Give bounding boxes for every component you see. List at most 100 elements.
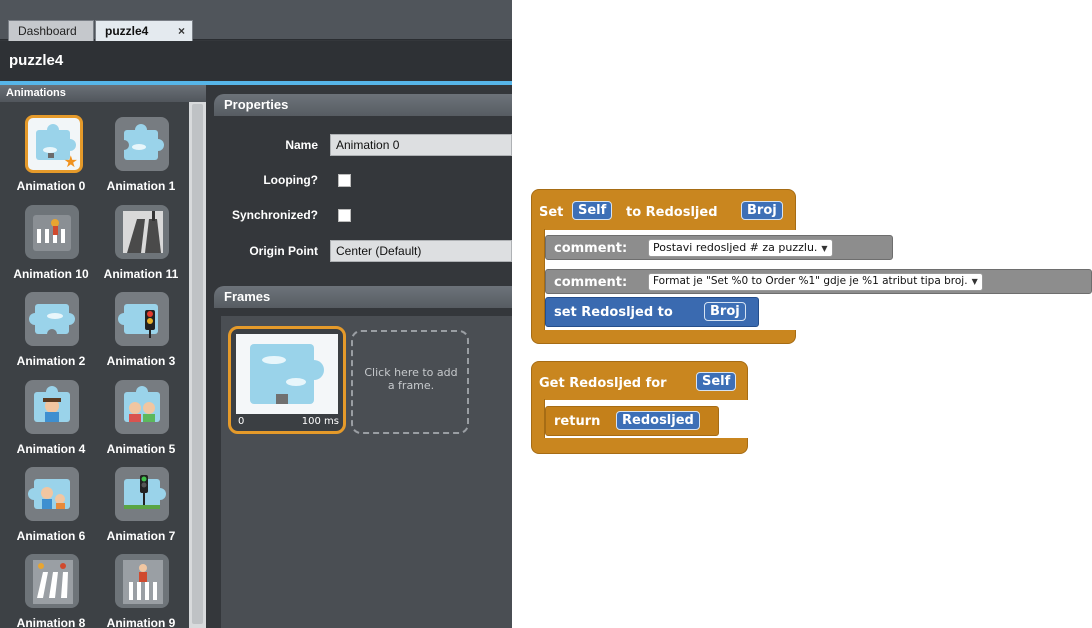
- synchronized-checkbox[interactable]: [338, 209, 351, 222]
- puzzle-piece-icon: [250, 344, 324, 404]
- traffic-light-icon: [124, 475, 166, 509]
- setter-to-word: to Redosljed: [626, 205, 718, 220]
- add-frame-text: Click here to add a frame.: [364, 366, 458, 392]
- animation-label: Animation 5: [106, 442, 176, 456]
- animation-label: Animation 6: [16, 529, 86, 543]
- inner-set-block[interactable]: set Redosljed to Broj: [545, 297, 759, 327]
- animation-thumbnail: [25, 554, 79, 608]
- setter-header-row: Set Self to Redosljed Broj: [531, 198, 796, 230]
- frame-index: 0: [238, 416, 245, 427]
- tab-bar: Dashboard puzzle4 ×: [0, 0, 512, 41]
- inner-set-param-pill[interactable]: Broj: [704, 302, 746, 321]
- animation-label: Animation 10: [13, 267, 89, 281]
- animation-item-2[interactable]: Animation 2: [4, 292, 98, 378]
- setter-left-rail: [531, 229, 545, 331]
- getter-left-rail: [531, 399, 545, 439]
- animation-label: Animation 8: [16, 616, 86, 628]
- animation-label: Animation 9: [106, 616, 176, 628]
- animation-item-6[interactable]: Animation 6: [4, 467, 98, 553]
- traffic-light-icon: [118, 304, 158, 338]
- synchronized-label: Synchronized?: [231, 208, 318, 222]
- origin-point-label: Origin Point: [249, 244, 318, 258]
- animation-item-0[interactable]: ★ Animation 0: [4, 115, 98, 203]
- animation-item-10[interactable]: Animation 10: [4, 205, 98, 291]
- animation-editor: Dashboard puzzle4 × puzzle4 Animations ★…: [0, 0, 512, 628]
- setter-block-bottom: [531, 330, 796, 344]
- frames-area: 0 100 ms Click here to add a frame.: [221, 316, 512, 628]
- return-word: return: [554, 414, 601, 429]
- document-title: puzzle4: [9, 52, 64, 69]
- animation-thumbnail: [115, 117, 169, 171]
- crosswalk-icon: [33, 560, 73, 604]
- frames-header: Frames: [214, 286, 512, 308]
- animation-item-9[interactable]: Animation 9: [94, 554, 188, 628]
- animations-panel: Animations ★ Animation 0 Animation 1 Ani…: [0, 85, 206, 628]
- animation-thumbnail: [115, 467, 169, 521]
- animation-item-4[interactable]: Animation 4: [4, 380, 98, 466]
- screenshot-root: Dashboard puzzle4 × puzzle4 Animations ★…: [0, 0, 1092, 628]
- name-label: Name: [285, 138, 318, 152]
- looping-label: Looping?: [263, 173, 318, 187]
- scrollbar-thumb[interactable]: [192, 104, 203, 624]
- animation-thumbnail: [25, 467, 79, 521]
- animation-thumbnail: [115, 205, 169, 259]
- return-value-pill[interactable]: Redosljed: [616, 411, 700, 430]
- animations-scrollbar[interactable]: [189, 102, 206, 628]
- crosswalk-icon: [33, 215, 71, 251]
- add-frame-button[interactable]: Click here to add a frame.: [351, 330, 469, 434]
- animation-label: Animation 2: [16, 354, 86, 368]
- animation-item-5[interactable]: Animation 5: [94, 380, 188, 466]
- animation-label: Animation 7: [106, 529, 176, 543]
- getter-header-row: Get Redosljed for Self: [531, 370, 748, 400]
- animations-header: Animations: [0, 85, 206, 102]
- name-field[interactable]: Animation 0: [330, 134, 512, 156]
- return-block[interactable]: return Redosljed: [545, 406, 719, 436]
- setter-target-pill[interactable]: Self: [572, 201, 613, 220]
- frame-duration: 100 ms: [301, 416, 339, 427]
- animation-thumbnail: [25, 205, 79, 259]
- animation-label: Animation 11: [103, 267, 179, 281]
- setter-param-pill[interactable]: Broj: [741, 201, 783, 220]
- animation-thumbnail: [115, 292, 169, 346]
- animation-item-1[interactable]: Animation 1: [94, 117, 188, 203]
- animation-label: Animation 0: [16, 179, 86, 193]
- characters-icon: [124, 386, 160, 422]
- animation-label: Animation 3: [106, 354, 176, 368]
- animation-item-11[interactable]: Animation 11: [94, 205, 188, 291]
- animation-item-8[interactable]: Animation 8: [4, 554, 98, 628]
- character-icon: [34, 386, 70, 422]
- animation-label: Animation 4: [16, 442, 86, 456]
- animation-thumbnail: [25, 292, 79, 346]
- star-icon: ★: [63, 152, 78, 171]
- comment-block-1[interactable]: comment: Postavi redosljed # za puzzlu. ▼: [545, 235, 893, 260]
- comment-1-field[interactable]: Postavi redosljed # za puzzlu. ▼: [648, 239, 833, 257]
- comment-block-2[interactable]: comment: Format je "Set %0 to Order %1" …: [545, 269, 1092, 294]
- dropdown-arrow-icon: ▼: [971, 277, 978, 286]
- getter-block-bottom: [531, 438, 748, 454]
- comment-2-field[interactable]: Format je "Set %0 to Order %1" gdje je %…: [648, 273, 983, 291]
- origin-point-select[interactable]: Center (Default): [330, 240, 512, 262]
- frame-image: [236, 334, 338, 414]
- comment-1-text: Postavi redosljed # za puzzlu.: [653, 241, 818, 254]
- looping-checkbox[interactable]: [338, 174, 351, 187]
- frame-thumbnail[interactable]: 0 100 ms: [228, 326, 346, 434]
- getter-target-pill[interactable]: Self: [696, 372, 737, 391]
- animation-thumbnail: [115, 380, 169, 434]
- comment-1-label: comment:: [554, 241, 628, 256]
- animation-thumbnail: [25, 380, 79, 434]
- puzzle-piece-icon: [119, 124, 164, 160]
- puzzle-piece-icon: [29, 304, 75, 339]
- road-icon: [123, 211, 163, 253]
- inner-set-text: set Redosljed to: [554, 305, 673, 320]
- tab-puzzle4[interactable]: puzzle4 ×: [95, 20, 193, 41]
- tab-dashboard[interactable]: Dashboard: [8, 20, 94, 41]
- setter-set-word: Set: [539, 205, 564, 220]
- characters-icon: [28, 479, 70, 509]
- animation-item-7[interactable]: Animation 7: [94, 467, 188, 553]
- getter-text: Get Redosljed for: [539, 376, 667, 391]
- tab-dashboard-label: Dashboard: [18, 24, 77, 38]
- properties-header: Properties: [214, 94, 512, 116]
- tab-close-icon[interactable]: ×: [178, 24, 185, 38]
- document-titlebar: puzzle4: [0, 41, 512, 81]
- animation-item-3[interactable]: Animation 3: [94, 292, 188, 378]
